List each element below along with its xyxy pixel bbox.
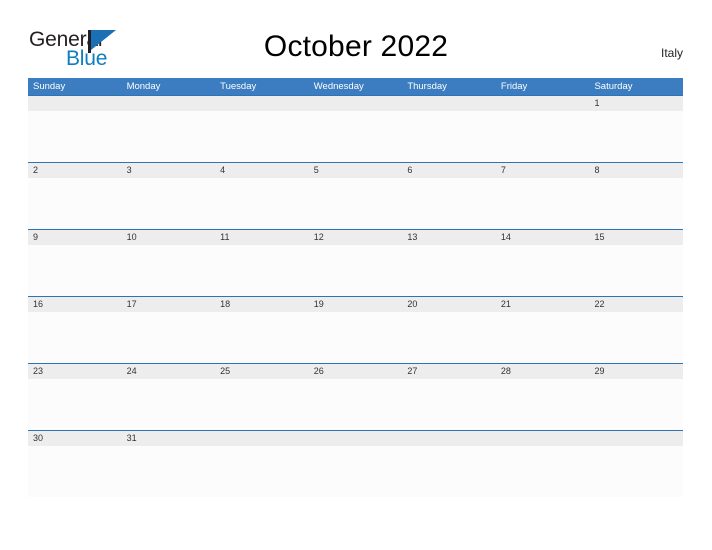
day-cell[interactable]: 8 <box>589 163 683 178</box>
day-cell[interactable] <box>496 431 590 446</box>
week-row: 23 24 25 26 27 28 29 <box>28 363 683 430</box>
day-cell[interactable]: 12 <box>309 230 403 245</box>
day-cell[interactable]: 20 <box>402 297 496 312</box>
day-cell[interactable]: 1 <box>589 96 683 111</box>
weekday-header-wednesday: Wednesday <box>313 81 364 92</box>
day-cell[interactable]: 5 <box>309 163 403 178</box>
day-cell[interactable]: 27 <box>402 364 496 379</box>
weekday-header-monday: Monday <box>126 81 161 92</box>
week-body <box>28 178 683 228</box>
day-cell[interactable]: 6 <box>402 163 496 178</box>
week-number-band: 1 <box>28 96 683 111</box>
week-number-band: 2 3 4 5 6 7 8 <box>28 163 683 178</box>
day-cell[interactable]: 15 <box>589 230 683 245</box>
weekday-header-friday: Friday <box>500 81 528 92</box>
day-cell[interactable]: 23 <box>28 364 122 379</box>
day-cell[interactable] <box>28 96 122 111</box>
weekday-header-sunday: Sunday <box>33 81 66 92</box>
week-number-band: 30 31 <box>28 431 683 446</box>
day-cell[interactable]: 26 <box>309 364 403 379</box>
day-cell[interactable]: 16 <box>28 297 122 312</box>
page-header: General Blue October 2022 Italy <box>0 0 712 78</box>
calendar-table: Sunday Monday Tuesday Wednesday Thursday… <box>28 78 683 497</box>
day-cell[interactable] <box>309 96 403 111</box>
day-cell[interactable]: 24 <box>122 364 216 379</box>
week-row: 9 10 11 12 13 14 15 <box>28 229 683 296</box>
day-cell[interactable]: 25 <box>215 364 309 379</box>
week-number-band: 23 24 25 26 27 28 29 <box>28 364 683 379</box>
day-cell[interactable]: 17 <box>122 297 216 312</box>
day-cell[interactable] <box>589 431 683 446</box>
week-body <box>28 111 683 161</box>
day-cell[interactable]: 18 <box>215 297 309 312</box>
day-cell[interactable]: 30 <box>28 431 122 446</box>
day-cell[interactable]: 31 <box>122 431 216 446</box>
week-row: 16 17 18 19 20 21 22 <box>28 296 683 363</box>
day-cell[interactable]: 19 <box>309 297 403 312</box>
week-row: 1 <box>28 95 683 162</box>
week-body <box>28 312 683 362</box>
day-cell[interactable]: 9 <box>28 230 122 245</box>
day-cell[interactable] <box>402 431 496 446</box>
week-body <box>28 245 683 295</box>
day-cell[interactable] <box>122 96 216 111</box>
week-number-band: 9 10 11 12 13 14 15 <box>28 230 683 245</box>
day-cell[interactable]: 2 <box>28 163 122 178</box>
day-cell[interactable]: 14 <box>496 230 590 245</box>
day-cell[interactable]: 28 <box>496 364 590 379</box>
week-body <box>28 379 683 429</box>
day-cell[interactable] <box>215 96 309 111</box>
day-cell[interactable]: 3 <box>122 163 216 178</box>
day-cell[interactable]: 13 <box>402 230 496 245</box>
day-cell[interactable] <box>215 431 309 446</box>
calendar-page: General Blue October 2022 Italy Sunday M… <box>0 0 712 550</box>
week-row: 30 31 <box>28 430 683 497</box>
weekday-header-tuesday: Tuesday <box>220 81 257 92</box>
page-title: October 2022 <box>263 30 449 63</box>
day-cell[interactable] <box>309 431 403 446</box>
country-label: Italy <box>660 46 683 60</box>
week-number-band: 16 17 18 19 20 21 22 <box>28 297 683 312</box>
weekday-header-saturday: Saturday <box>594 81 633 92</box>
day-cell[interactable]: 7 <box>496 163 590 178</box>
week-row: 2 3 4 5 6 7 8 <box>28 162 683 229</box>
week-body <box>28 446 683 496</box>
day-cell[interactable]: 10 <box>122 230 216 245</box>
day-cell[interactable]: 4 <box>215 163 309 178</box>
day-cell[interactable]: 29 <box>589 364 683 379</box>
weekday-header-row: Sunday Monday Tuesday Wednesday Thursday… <box>28 78 683 95</box>
day-cell[interactable] <box>496 96 590 111</box>
day-cell[interactable] <box>402 96 496 111</box>
day-cell[interactable]: 22 <box>589 297 683 312</box>
weekday-header-thursday: Thursday <box>407 81 447 92</box>
day-cell[interactable]: 11 <box>215 230 309 245</box>
day-cell[interactable]: 21 <box>496 297 590 312</box>
